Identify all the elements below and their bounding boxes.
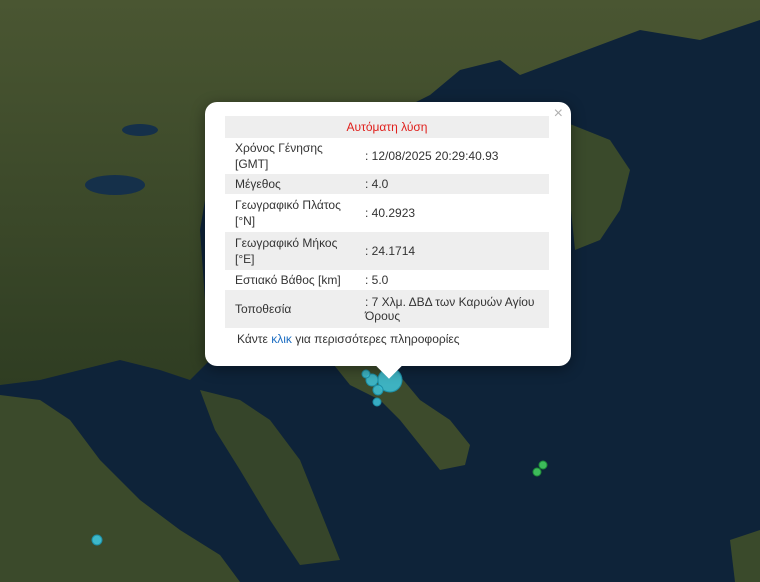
lake-2 <box>122 124 158 136</box>
quake-marker[interactable] <box>372 397 382 407</box>
lake-1 <box>85 175 145 195</box>
info-row-location: Τοποθεσία : 7 Χλμ. ΔΒΔ των Καρυών Αγίου … <box>225 290 549 328</box>
more-info-line: Κάντε κλικ για περισσότερες πληροφορίες <box>225 332 551 346</box>
popup-title-row: Αυτόματη λύση <box>225 116 549 138</box>
info-label: Τοποθεσία <box>225 290 355 328</box>
more-info-suffix: για περισσότερες πληροφορίες <box>291 332 460 346</box>
info-row-longitude: Γεωγραφικό Μήκος [°E] : 24.1714 <box>225 232 549 270</box>
info-value: : 7 Χλμ. ΔΒΔ των Καρυών Αγίου Όρους <box>355 290 549 328</box>
info-label: Γεωγραφικό Μήκος [°E] <box>225 232 355 270</box>
info-row-origin-time: Χρόνος Γένησης [GMT] : 12/08/2025 20:29:… <box>225 138 549 174</box>
quake-info-table: Αυτόματη λύση Χρόνος Γένησης [GMT] : 12/… <box>225 116 549 328</box>
quake-marker[interactable] <box>361 369 371 379</box>
map-view[interactable]: × Αυτόματη λύση Χρόνος Γένησης [GMT] : 1… <box>0 0 760 582</box>
info-value: : 5.0 <box>365 273 389 287</box>
info-value: : 24.1714 <box>355 232 549 270</box>
info-row-magnitude: Μέγεθος : 4.0 <box>225 174 549 194</box>
more-info-link[interactable]: κλικ <box>271 332 292 346</box>
popup-title: Αυτόματη λύση <box>225 116 549 138</box>
quake-marker-green[interactable] <box>538 460 548 470</box>
info-value: : 40.2923 <box>365 206 416 220</box>
quake-info-popup: × Αυτόματη λύση Χρόνος Γένησης [GMT] : 1… <box>205 102 571 379</box>
more-info-prefix: Κάντε <box>237 332 272 346</box>
info-label: Γεωγραφικό Πλάτος [°N] <box>235 198 341 228</box>
quake-marker-green[interactable] <box>532 467 542 477</box>
info-label: Εστιακό Βάθος [km] <box>235 273 341 287</box>
info-label: Χρόνος Γένησης [GMT] <box>235 141 323 171</box>
info-value: : 12/08/2025 20:29:40.93 <box>365 149 499 163</box>
quake-marker[interactable] <box>372 384 384 396</box>
info-label: Μέγεθος <box>225 174 355 194</box>
close-icon[interactable]: × <box>554 106 563 122</box>
info-row-latitude: Γεωγραφικό Πλάτος [°N] : 40.2923 <box>225 194 549 232</box>
info-row-depth: Εστιακό Βάθος [km] : 5.0 <box>225 270 549 290</box>
info-value: : 4.0 <box>355 174 549 194</box>
quake-marker[interactable] <box>91 534 103 546</box>
